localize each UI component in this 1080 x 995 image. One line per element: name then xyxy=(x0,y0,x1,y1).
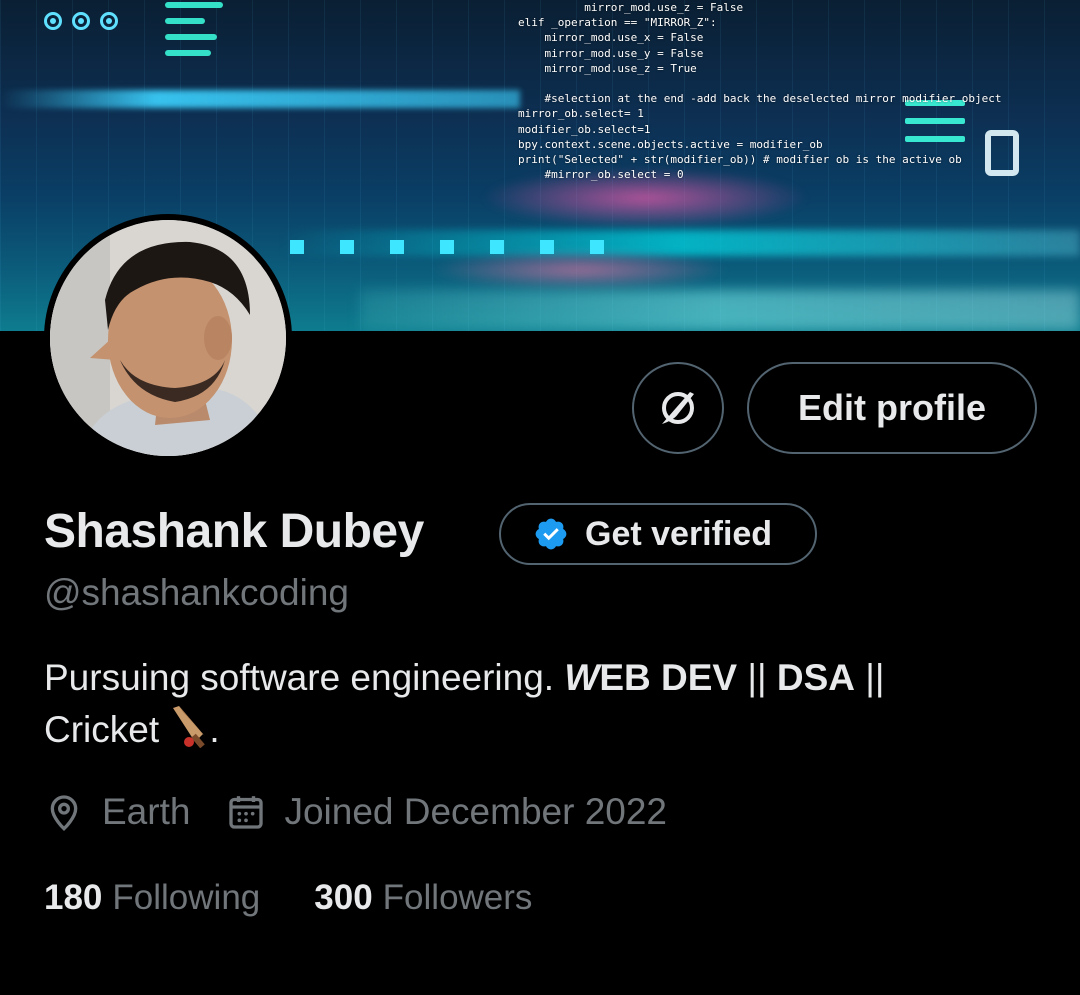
banner-code-line: bpy.context.scene.objects.active = modif… xyxy=(518,137,823,151)
calendar-icon xyxy=(229,796,264,829)
bio-italic-letter: W xyxy=(564,657,600,698)
banner-code-line: elif _operation == "MIRROR_Z": xyxy=(518,16,717,30)
banner-circles-decoration xyxy=(44,12,118,30)
banner-glow xyxy=(0,90,520,108)
joined-item: Joined December 2022 xyxy=(226,791,667,833)
bio-text: Pursuing software engineering. xyxy=(44,657,565,698)
banner-bars-decoration xyxy=(165,2,223,66)
banner-code-line: print("Selected" + str(modifier_ob)) # m… xyxy=(518,153,962,167)
followers-link[interactable]: 300 Followers xyxy=(314,878,532,918)
banner-code-text: mirror_mod.use_z = False elif _operation … xyxy=(518,0,1001,182)
profile-meta: Earth Joined December 2022 xyxy=(44,790,703,834)
profile-stats: 180 Following 300 Followers xyxy=(44,878,586,918)
bio-separator: || xyxy=(855,657,885,698)
profile-name: Shashank Dubey xyxy=(44,505,424,558)
banner-code-line: modifier_ob.select=1 xyxy=(518,122,651,136)
banner-code-line: mirror_ob.select= 1 xyxy=(518,107,644,121)
banner-code-line: mirror_mod.use_x = False xyxy=(518,31,704,45)
bio-suffix: . xyxy=(209,709,220,750)
edit-profile-button[interactable]: Edit profile xyxy=(747,362,1037,454)
get-verified-button[interactable]: Get verified xyxy=(499,503,817,565)
banner-glow xyxy=(430,250,730,290)
banner-code-line: mirror_mod.use_z = True xyxy=(518,61,697,75)
location-item: Earth xyxy=(44,790,190,834)
banner-code-line: #selection at the end -add back the dese… xyxy=(518,92,1002,106)
banner-glow xyxy=(360,290,1080,330)
following-count: 180 xyxy=(44,878,103,917)
bio-separator: || xyxy=(737,657,777,698)
following-link[interactable]: 180 Following xyxy=(44,878,260,918)
edit-profile-label: Edit profile xyxy=(798,387,986,428)
profile-handle: @shashankcoding xyxy=(44,572,349,613)
bio-bold-part: EB DEV xyxy=(599,657,738,698)
banner-code-line: #mirror_ob.select = 0 xyxy=(518,168,684,182)
joined-text: Joined December 2022 xyxy=(284,791,668,832)
get-verified-label: Get verified xyxy=(585,514,773,553)
banner-squares-decoration xyxy=(290,240,604,254)
location-text: Earth xyxy=(102,791,191,832)
verified-badge-icon xyxy=(533,516,569,552)
avatar-portrait-illustration xyxy=(50,220,286,456)
bio-bold-text: WEB DEV xyxy=(564,657,737,698)
cricket-bat-emoji xyxy=(169,704,209,762)
avatar-photo xyxy=(50,220,286,456)
followers-count: 300 xyxy=(314,878,373,917)
bio-line2: Cricket xyxy=(44,709,170,750)
location-pin-icon xyxy=(50,795,78,831)
more-options-button[interactable] xyxy=(632,362,724,454)
profile-bio: Pursuing software engineering. WEB DEV |… xyxy=(44,652,1044,762)
bio-bold-dsa: DSA xyxy=(776,657,855,698)
following-label: Following xyxy=(112,878,261,917)
banner-code-line xyxy=(518,76,1001,91)
avatar[interactable] xyxy=(44,214,292,462)
circle-slash-icon xyxy=(662,392,694,424)
banner-code-line: mirror_mod.use_y = False xyxy=(518,46,704,60)
followers-label: Followers xyxy=(382,878,533,917)
banner-code-line: mirror_mod.use_z = False xyxy=(518,1,744,14)
